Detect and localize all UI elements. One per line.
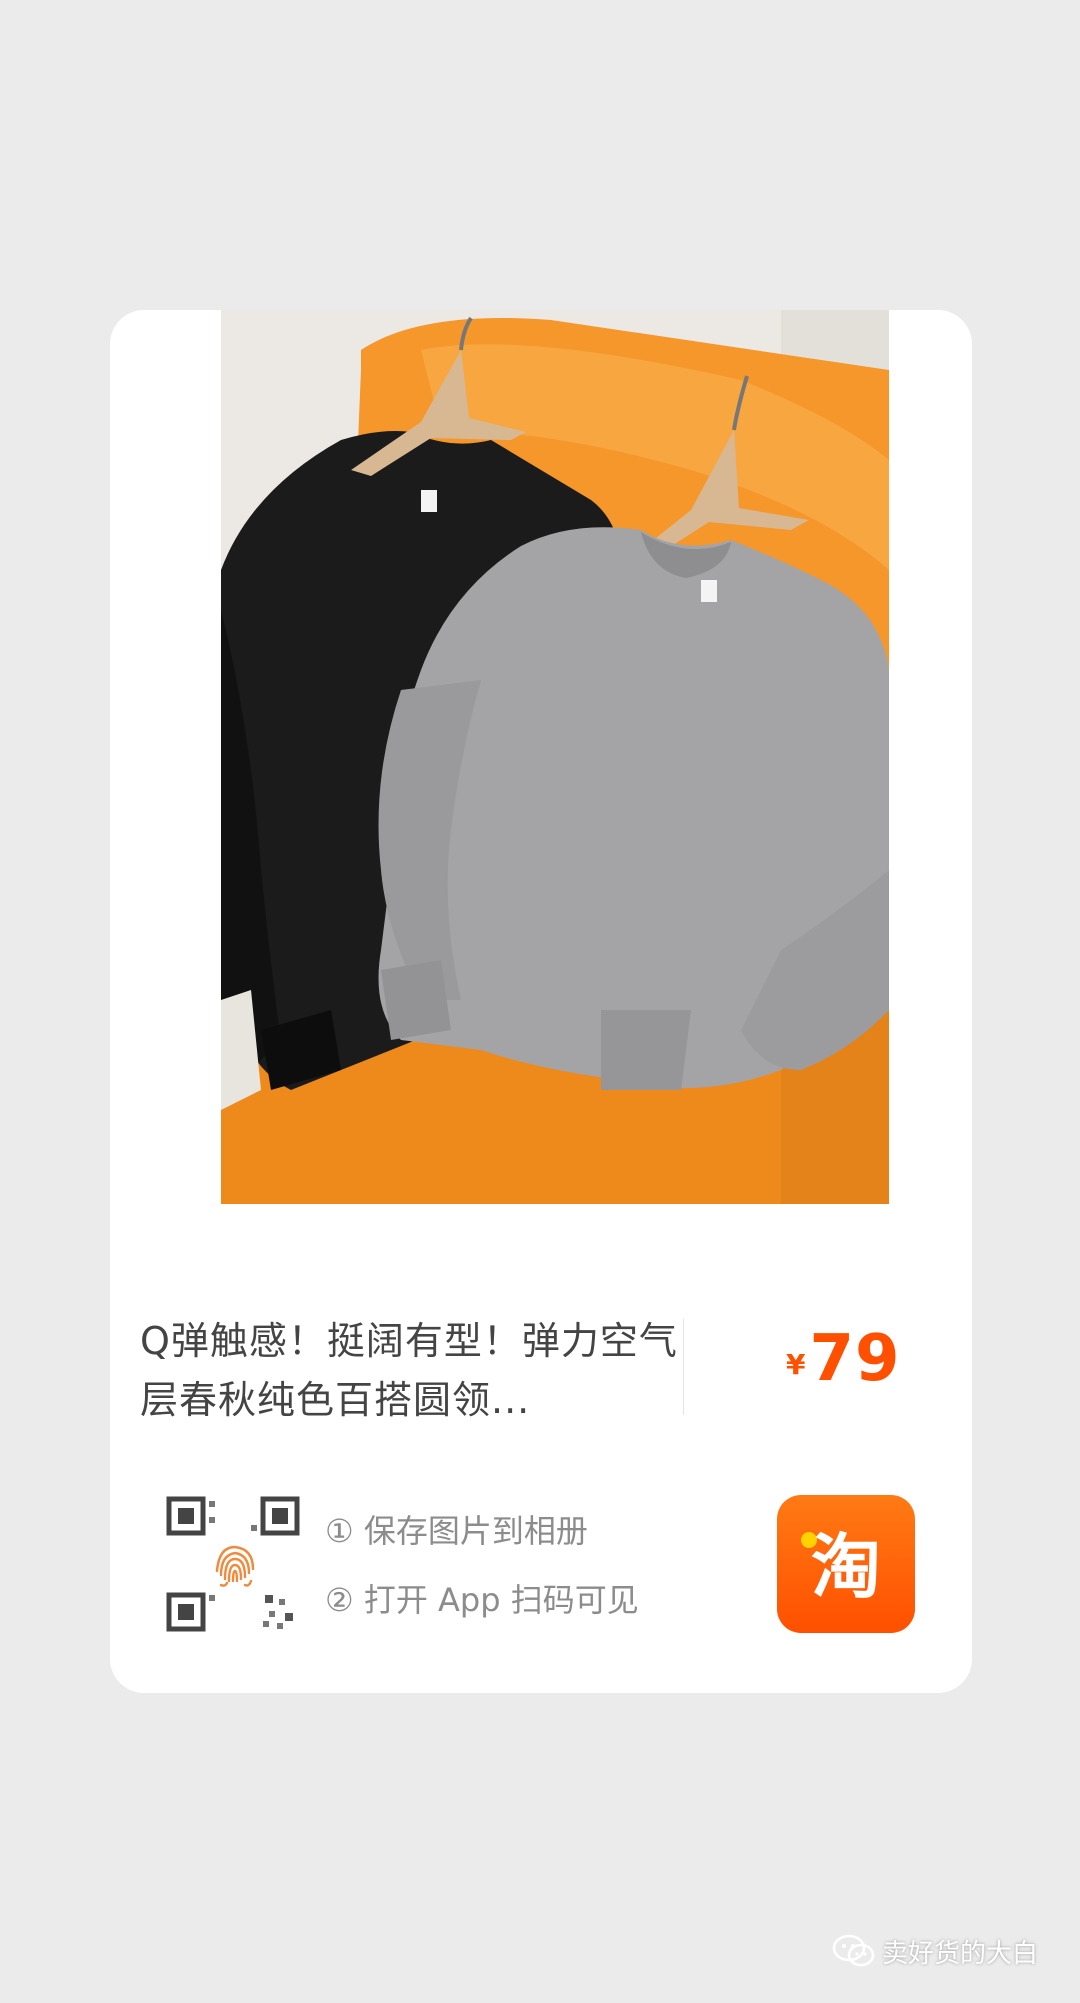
taobao-logo: 淘 — [777, 1495, 915, 1633]
product-image — [221, 310, 889, 1204]
qr-scan-icon — [165, 1495, 305, 1635]
divider — [683, 1319, 684, 1415]
wechat-icon — [832, 1934, 875, 1967]
share-step-scan: ② 打开 App 扫码可见 — [325, 1581, 639, 1619]
share-step-save: ① 保存图片到相册 — [325, 1512, 588, 1550]
product-title: Q弹触感！挺阔有型！弹力空气层春秋纯色百搭圆领... — [140, 1319, 678, 1422]
taobao-logo-glyph: 淘 — [811, 1526, 881, 1608]
product-share-card: Q弹触感！挺阔有型！弹力空气层春秋纯色百搭圆领... ¥79 ① 保存图片到相册… — [110, 310, 972, 1693]
product-price: ¥79 — [786, 1322, 901, 1396]
watermark: 卖好货的大白 — [832, 1931, 1038, 1971]
watermark-text: 卖好货的大白 — [882, 1938, 1039, 1969]
price-amount: 79 — [809, 1322, 901, 1396]
price-currency: ¥ — [786, 1348, 806, 1381]
